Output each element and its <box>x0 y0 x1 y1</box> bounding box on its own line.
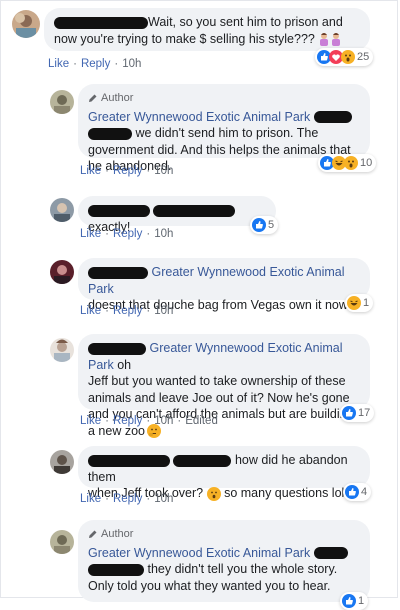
reply-link[interactable]: Reply <box>81 58 110 70</box>
avatar[interactable] <box>50 338 74 362</box>
timestamp[interactable]: 10h <box>154 165 173 177</box>
surprised-face-emoji <box>206 486 221 501</box>
separator: · <box>105 415 109 427</box>
comment-bubble: Greater Wynnewood Exotic Animal Park doe… <box>78 258 370 312</box>
comment-bubble: Author Greater Wynnewood Exotic Animal P… <box>78 520 370 602</box>
like-link[interactable]: Like <box>80 493 101 505</box>
reaction-summary[interactable]: 10 <box>318 154 377 172</box>
redacted-name <box>88 563 144 576</box>
timestamp[interactable]: 10h <box>154 415 173 427</box>
like-link[interactable]: Like <box>80 415 101 427</box>
like-reaction-icon <box>342 406 356 420</box>
reaction-summary[interactable]: 4 <box>343 483 372 501</box>
timestamp[interactable]: 10h <box>154 305 173 317</box>
reaction-count: 1 <box>363 297 370 309</box>
reaction-summary[interactable]: 1 <box>340 592 369 610</box>
separator: · <box>146 493 151 505</box>
reaction-count: 4 <box>361 486 368 498</box>
avatar[interactable] <box>50 450 74 474</box>
haha-reaction-icon <box>347 296 361 310</box>
redacted-name <box>88 342 146 355</box>
comment-text-end: so many questions lol <box>224 486 345 500</box>
avatar[interactable] <box>50 198 74 222</box>
woman-shrugging-emoji <box>318 32 330 47</box>
like-reaction-icon <box>342 594 356 608</box>
redacted-name <box>88 266 148 279</box>
avatar[interactable] <box>12 10 40 38</box>
commenter-name[interactable]: Greater Wynnewood Exotic Animal Park <box>88 110 310 124</box>
separator: · <box>105 493 109 505</box>
reaction-count: 5 <box>268 219 275 231</box>
comment-actions: Like · Reply · 10h · Edited <box>80 415 218 427</box>
wow-reaction-icon <box>344 156 358 170</box>
reaction-count: 25 <box>357 51 370 63</box>
comment-bubble: exactly! <box>78 196 276 234</box>
reaction-summary[interactable]: 25 <box>315 48 374 66</box>
redacted-name <box>173 454 232 467</box>
comment-actions: Like · Reply · 10h <box>48 58 141 70</box>
separator: · <box>114 58 119 70</box>
reaction-summary[interactable]: 5 <box>250 216 279 234</box>
like-link[interactable]: Like <box>80 305 101 317</box>
redacted-name <box>88 204 150 217</box>
comment-actions: Like · Reply · 10h <box>80 305 173 317</box>
like-link[interactable]: Like <box>48 58 69 70</box>
avatar[interactable] <box>50 260 74 284</box>
separator: · <box>105 228 109 240</box>
redacted-name <box>313 547 348 560</box>
pencil-icon <box>89 530 97 539</box>
author-badge: Author <box>88 90 360 107</box>
woman-shrugging-emoji <box>330 32 342 47</box>
redacted-name <box>153 204 236 217</box>
like-link[interactable]: Like <box>80 228 101 240</box>
avatar[interactable] <box>50 530 74 554</box>
like-link[interactable]: Like <box>80 165 101 177</box>
reaction-summary[interactable]: 17 <box>340 404 375 422</box>
edited-label[interactable]: Edited <box>185 415 218 427</box>
comment-actions: Like · Reply · 10h <box>80 493 173 505</box>
reply-link[interactable]: Reply <box>113 305 142 317</box>
timestamp[interactable]: 10h <box>154 228 173 240</box>
commenter-name[interactable]: Greater Wynnewood Exotic Animal Park <box>88 546 310 560</box>
separator: · <box>177 415 182 427</box>
separator: · <box>105 165 109 177</box>
pencil-icon <box>89 94 97 103</box>
separator: · <box>73 58 77 70</box>
separator: · <box>105 305 109 317</box>
author-badge: Author <box>88 526 360 543</box>
separator: · <box>146 415 151 427</box>
avatar[interactable] <box>50 90 74 114</box>
reaction-count: 17 <box>358 407 371 419</box>
comment-bubble: Greater Wynnewood Exotic Animal Park oh … <box>78 334 370 439</box>
separator: · <box>146 305 151 317</box>
redacted-name <box>88 454 170 467</box>
redacted-name <box>313 111 352 124</box>
timestamp[interactable]: 10h <box>154 493 173 505</box>
separator: · <box>146 165 151 177</box>
timestamp[interactable]: 10h <box>122 58 141 70</box>
redacted-name <box>54 16 148 29</box>
author-badge-label: Author <box>101 528 134 540</box>
reply-link[interactable]: Reply <box>113 493 142 505</box>
reply-link[interactable]: Reply <box>113 165 142 177</box>
like-reaction-icon <box>252 218 266 232</box>
comment-actions: Like · Reply · 10h <box>80 228 173 240</box>
reaction-count: 10 <box>360 157 373 169</box>
reaction-summary[interactable]: 1 <box>345 294 374 312</box>
comment-bubble: Wait, so you sent him to prison and now … <box>44 8 370 51</box>
reply-link[interactable]: Reply <box>113 228 142 240</box>
comment-text-prefix: oh <box>117 357 132 372</box>
comment-bubble: how did he abandon them when Jeff took o… <box>78 446 370 501</box>
separator: · <box>146 228 151 240</box>
reaction-count: 1 <box>358 595 365 607</box>
wow-reaction-icon <box>341 50 355 64</box>
comment-actions: Like · Reply · 10h <box>80 165 173 177</box>
reply-link[interactable]: Reply <box>113 415 142 427</box>
comment-bubble: Author Greater Wynnewood Exotic Animal P… <box>78 84 370 173</box>
like-reaction-icon <box>345 485 359 499</box>
author-badge-label: Author <box>101 92 134 104</box>
redacted-name <box>88 127 132 140</box>
